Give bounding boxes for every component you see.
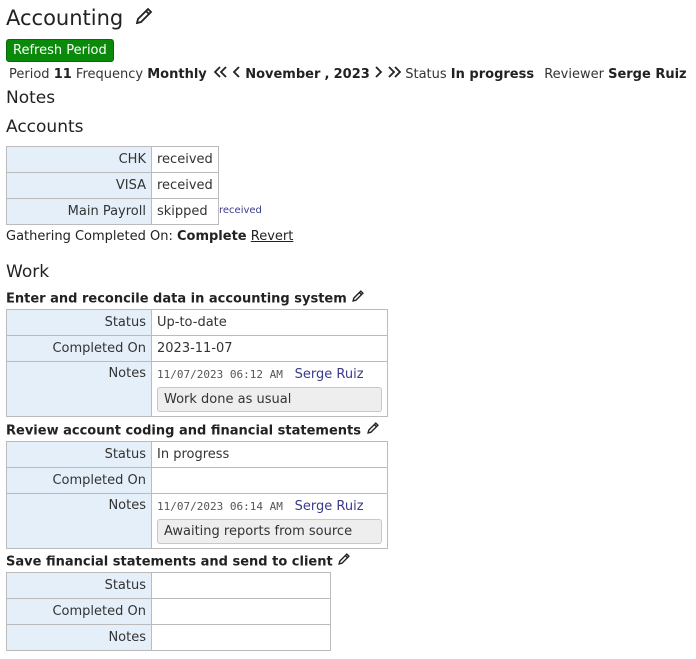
gathering-value: Complete bbox=[176, 229, 247, 244]
reviewer-label: Reviewer bbox=[544, 67, 604, 82]
pencil-icon[interactable] bbox=[351, 289, 365, 309]
frequency-value[interactable]: Monthly bbox=[147, 67, 207, 82]
next-period-button[interactable] bbox=[374, 65, 383, 85]
note-timestamp: 11/07/2023 06:14 AM bbox=[157, 500, 283, 513]
account-name: VISA bbox=[6, 172, 152, 199]
account-status[interactable]: received bbox=[151, 172, 219, 199]
first-period-button[interactable] bbox=[213, 65, 228, 85]
accounts-table: CHK received VISA received Main Payroll … bbox=[6, 146, 219, 225]
task-completed[interactable]: 2023-11-07 bbox=[151, 335, 388, 362]
refresh-period-button[interactable]: Refresh Period bbox=[6, 39, 114, 62]
status-label: Status bbox=[6, 441, 152, 468]
account-status[interactable]: received bbox=[151, 146, 219, 173]
prev-period-button[interactable] bbox=[232, 65, 241, 85]
task-title: Review account coding and financial stat… bbox=[6, 421, 380, 441]
month-select[interactable]: November bbox=[245, 67, 320, 82]
task-status[interactable]: Up-to-date bbox=[151, 309, 388, 336]
reviewer-value: Serge Ruiz bbox=[608, 67, 687, 82]
completed-label: Completed On bbox=[6, 335, 152, 362]
task-notes[interactable]: 11/07/2023 06:12 AM Serge Ruiz Work done… bbox=[151, 361, 388, 417]
notes-label: Notes bbox=[6, 624, 152, 651]
pencil-icon[interactable] bbox=[134, 6, 154, 33]
note-meta: 11/07/2023 06:12 AM Serge Ruiz bbox=[157, 366, 382, 383]
date-separator: , bbox=[324, 67, 330, 82]
table-row: Main Payroll skipped bbox=[6, 198, 219, 225]
task-table: Status Completed On Notes bbox=[6, 572, 331, 651]
task-title-text: Review account coding and financial stat… bbox=[6, 423, 361, 439]
table-row: Status Up-to-date bbox=[6, 309, 388, 336]
account-name: Main Payroll bbox=[6, 198, 152, 225]
status-label: Status bbox=[405, 67, 447, 82]
task-table: Status In progress Completed On Notes 11… bbox=[6, 441, 388, 549]
table-row: Completed On bbox=[6, 598, 331, 625]
task-status[interactable] bbox=[151, 572, 331, 599]
task-completed[interactable] bbox=[151, 598, 331, 625]
completed-label: Completed On bbox=[6, 467, 152, 494]
last-period-button[interactable] bbox=[387, 65, 402, 85]
chevron-left-icon bbox=[232, 66, 240, 78]
completed-label: Completed On bbox=[6, 598, 152, 625]
table-row: Completed On 2023-11-07 bbox=[6, 335, 388, 362]
task-notes[interactable]: 11/07/2023 06:14 AM Serge Ruiz Awaiting … bbox=[151, 493, 388, 549]
gathering-label: Gathering Completed On: bbox=[6, 229, 173, 244]
revert-link[interactable]: Revert bbox=[251, 229, 294, 244]
note-text: Work done as usual bbox=[157, 387, 382, 412]
task-title-text: Save financial statements and send to cl… bbox=[6, 554, 333, 570]
task-title: Enter and reconcile data in accounting s… bbox=[6, 289, 365, 309]
period-label: Period bbox=[9, 67, 50, 82]
task-title-text: Enter and reconcile data in accounting s… bbox=[6, 291, 347, 307]
table-row: Notes bbox=[6, 624, 331, 651]
year-select[interactable]: 2023 bbox=[334, 67, 370, 82]
table-row: VISA received bbox=[6, 172, 219, 199]
status-label: Status bbox=[6, 309, 152, 336]
account-alt-status[interactable]: received bbox=[219, 205, 262, 216]
notes-label: Notes bbox=[6, 361, 152, 417]
double-chevron-left-icon bbox=[213, 66, 227, 78]
notes-label: Notes bbox=[6, 493, 152, 549]
table-row: CHK received bbox=[6, 146, 219, 173]
period-value: 11 bbox=[53, 67, 72, 82]
status-value: In progress bbox=[450, 67, 535, 82]
table-row: Status bbox=[6, 572, 331, 599]
period-bar: Period 11 Frequency Monthly November , 2… bbox=[9, 64, 696, 84]
page-title: Accounting bbox=[6, 5, 154, 33]
double-chevron-right-icon bbox=[388, 66, 402, 78]
table-row: Status In progress bbox=[6, 441, 388, 468]
note-timestamp: 11/07/2023 06:12 AM bbox=[157, 368, 283, 381]
work-heading: Work bbox=[6, 262, 50, 282]
note-author[interactable]: Serge Ruiz bbox=[295, 367, 364, 382]
task-status[interactable]: In progress bbox=[151, 441, 388, 468]
page-title-text: Accounting bbox=[6, 6, 124, 30]
account-name: CHK bbox=[6, 146, 152, 173]
table-row: Completed On bbox=[6, 467, 388, 494]
table-row: Notes 11/07/2023 06:14 AM Serge Ruiz Awa… bbox=[6, 493, 388, 549]
task-title: Save financial statements and send to cl… bbox=[6, 552, 351, 572]
chevron-right-icon bbox=[375, 66, 383, 78]
task-completed[interactable] bbox=[151, 467, 388, 494]
frequency-label: Frequency bbox=[75, 67, 144, 82]
notes-heading: Notes bbox=[6, 88, 56, 108]
gathering-status: Gathering Completed On: Complete Revert bbox=[6, 228, 293, 246]
note-author[interactable]: Serge Ruiz bbox=[295, 499, 364, 514]
pencil-icon[interactable] bbox=[366, 421, 380, 441]
note-meta: 11/07/2023 06:14 AM Serge Ruiz bbox=[157, 498, 382, 515]
status-label: Status bbox=[6, 572, 152, 599]
accounts-heading: Accounts bbox=[6, 117, 84, 137]
task-notes[interactable] bbox=[151, 624, 331, 651]
pencil-icon[interactable] bbox=[337, 552, 351, 572]
table-row: Notes 11/07/2023 06:12 AM Serge Ruiz Wor… bbox=[6, 361, 388, 417]
task-table: Status Up-to-date Completed On 2023-11-0… bbox=[6, 309, 388, 417]
note-text: Awaiting reports from source bbox=[157, 519, 382, 544]
account-status[interactable]: skipped bbox=[151, 198, 219, 225]
